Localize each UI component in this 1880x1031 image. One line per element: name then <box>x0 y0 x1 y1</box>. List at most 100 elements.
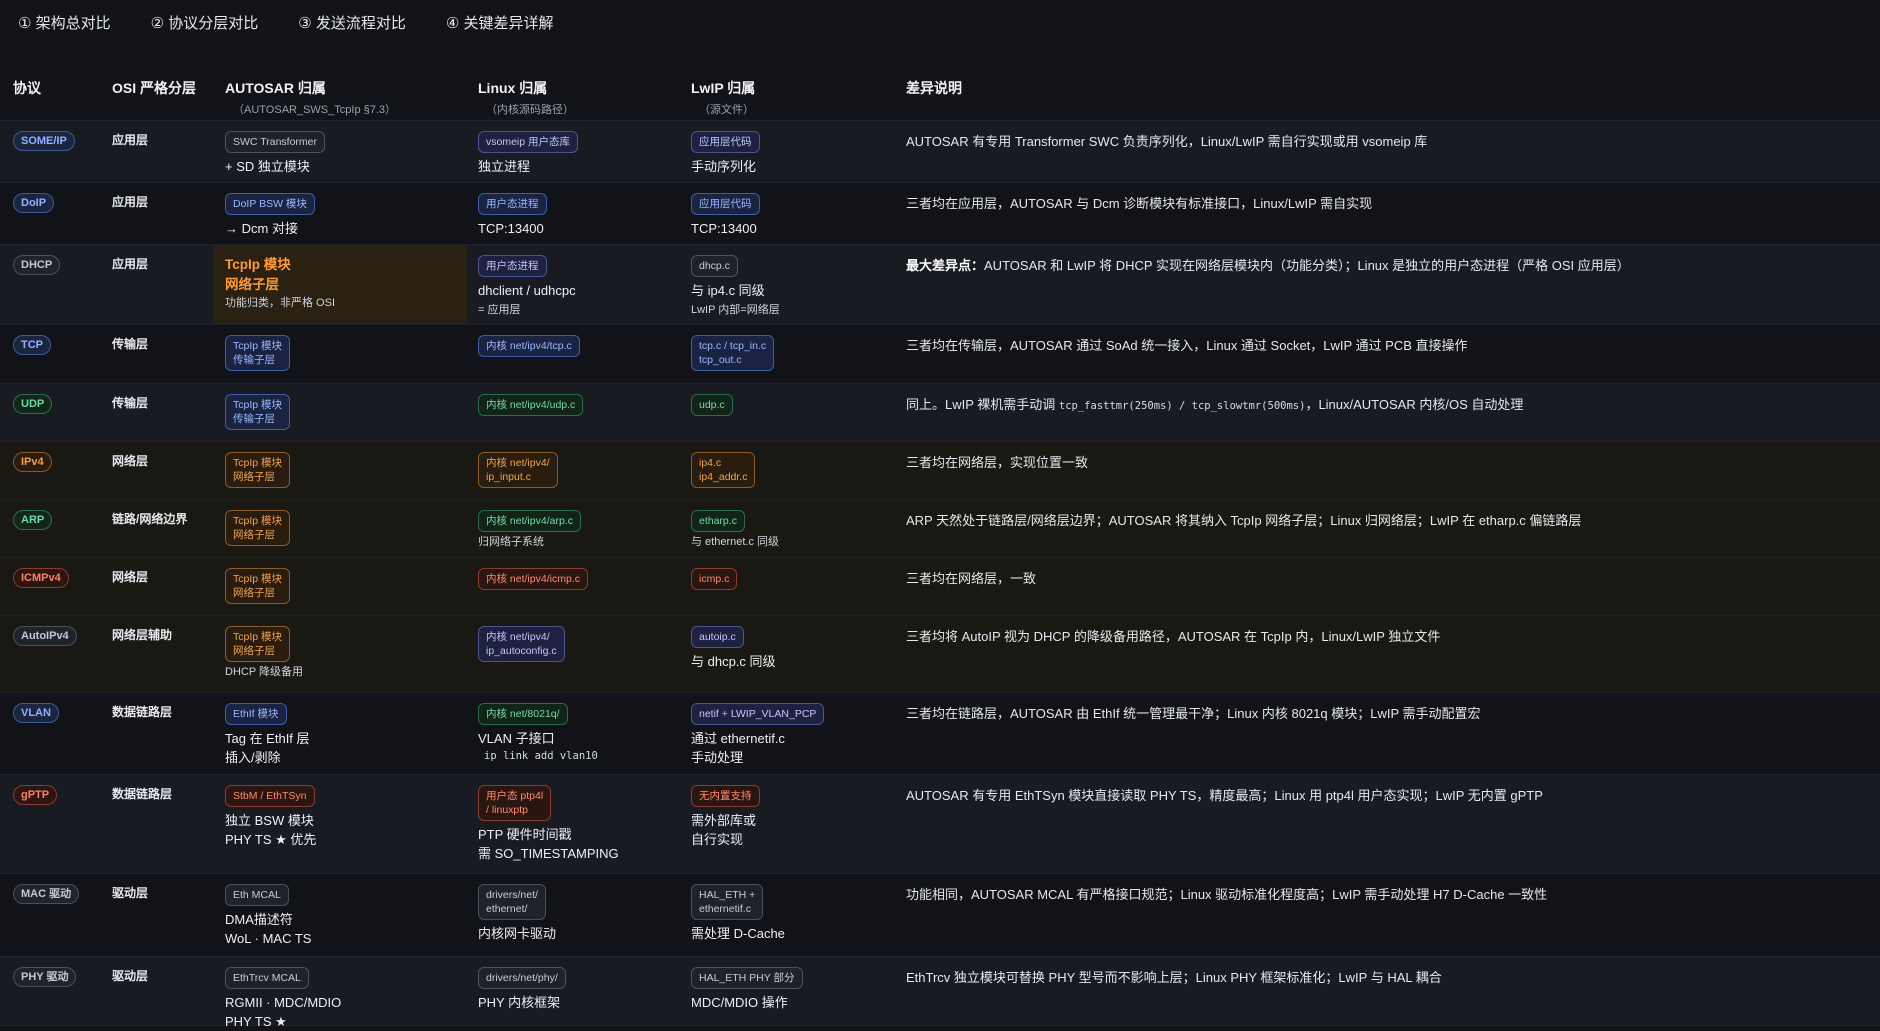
linux-note: PTP 硬件时间戳 需 SO_TIMESTAMPING <box>478 827 619 861</box>
autosar-note: 独立 BSW 模块 PHY TS ★ 优先 <box>225 813 317 847</box>
autosar-note: DMA描述符 WoL · MAC TS <box>225 912 312 946</box>
tab-protocol-layers[interactable]: ② 协议分层对比 <box>151 12 259 33</box>
diff-text: 同上。LwIP 裸机需手动调 tcp_fasttmr(250ms) / tcp_… <box>906 394 1523 413</box>
lwip-chip: 无内置支持 <box>691 785 760 807</box>
osi-layer: 网络层 <box>112 570 149 584</box>
linux-chip: 内核 net/ipv4/udp.c <box>478 394 584 416</box>
autosar-note: → Dcm 对接 <box>225 221 298 236</box>
protocol-badge: DHCP <box>13 255 61 275</box>
protocol-badge: AutoIPv4 <box>13 626 77 646</box>
linux-chip: 内核 net/ipv4/tcp.c <box>478 335 580 357</box>
diff-text: 三者均在网络层，一致 <box>906 571 1037 586</box>
protocol-badge: UDP <box>13 394 53 414</box>
tab-architecture[interactable]: ① 架构总对比 <box>18 12 111 33</box>
header-autosar: AUTOSAR 归属 （AUTOSAR_SWS_TcpIp §7.3） <box>225 78 396 117</box>
autosar-chip: TcpIp 模块 网络子层 <box>225 568 291 604</box>
table-row: ARP 链路/网络边界 TcpIp 模块 网络子层 内核 net/ipv4/ar… <box>0 500 1880 558</box>
osi-layer: 网络层辅助 <box>112 628 173 642</box>
linux-small-note: 归网络子系统 <box>478 536 544 548</box>
protocol-badge: gPTP <box>13 785 58 805</box>
lwip-chip: 应用层代码 <box>691 193 760 215</box>
lwip-note: MDC/MDIO 操作 <box>691 995 788 1010</box>
tab-send-flow[interactable]: ③ 发送流程对比 <box>298 12 406 33</box>
autosar-chip: EthIf 模块 <box>225 703 287 725</box>
table-row: DHCP 应用层 TcpIp 模块 网络子层 功能归类，非严格 OSI 用户态进程 d… <box>0 245 1880 325</box>
diff-text: 三者均在应用层，AUTOSAR 与 Dcm 诊断模块有标准接口，Linux/Lw… <box>906 196 1373 211</box>
table-row: gPTP 数据链路层 StbM / EthTSyn 独立 BSW 模块 PHY T… <box>0 775 1880 874</box>
lwip-note: TCP:13400 <box>691 221 757 236</box>
table-header: 协议 OSI 严格分层 AUTOSAR 归属 （AUTOSAR_SWS_TcpIp… <box>0 70 1880 121</box>
lwip-note: 与 dhcp.c 同级 <box>691 654 776 669</box>
table-row: DoIP 应用层 DoIP BSW 模块 → Dcm 对接 用户态进程 TCP:13… <box>0 183 1880 245</box>
table-row: AutoIPv4 网络层辅助 TcpIp 模块 网络子层 DHCP 降级备用 内核… <box>0 616 1880 693</box>
tab-key-differences[interactable]: ④ 关键差异详解 <box>446 12 554 33</box>
header-diff: 差异说明 <box>906 80 962 96</box>
lwip-small-note: LwIP 内部=网络层 <box>691 304 780 316</box>
tab-bar: ① 架构总对比 ② 协议分层对比 ③ 发送流程对比 ④ 关键差异详解 <box>0 0 1880 44</box>
diff-text: 三者均将 AutoIP 视为 DHCP 的降级备用路径，AUTOSAR 在 Tc… <box>906 629 1441 644</box>
linux-chip: 用户态进程 <box>478 193 547 215</box>
table-row: SOME/IP 应用层 SWC Transformer + SD 独立模块 vso… <box>0 121 1880 183</box>
protocol-badge: DoIP <box>13 193 55 213</box>
linux-chip: 内核 net/8021q/ <box>478 703 568 725</box>
autosar-chip: SWC Transformer <box>225 131 326 153</box>
table-row: IPv4 网络层 TcpIp 模块 网络子层 内核 net/ipv4/ ip_i… <box>0 442 1880 500</box>
autosar-note: 功能归类，非严格 OSI <box>225 297 336 309</box>
lwip-chip: HAL_ETH PHY 部分 <box>691 967 803 989</box>
autosar-note: Tag 在 EthIf 层 插入/剥除 <box>225 731 310 765</box>
table-row: UDP 传输层 TcpIp 模块 传输子层 内核 net/ipv4/udp.c … <box>0 384 1880 442</box>
linux-chip: 用户态进程 <box>478 255 547 277</box>
osi-layer: 链路/网络边界 <box>112 512 188 526</box>
lwip-small-note: 与 ethernet.c 同级 <box>691 536 780 548</box>
diff-text: AUTOSAR 有专用 EthTSyn 模块直接读取 PHY TS，精度最高；L… <box>906 788 1543 803</box>
protocol-badge: IPv4 <box>13 452 52 472</box>
lwip-chip: tcp.c / tcp_in.c tcp_out.c <box>691 335 775 371</box>
lwip-chip: ip4.c ip4_addr.c <box>691 452 756 488</box>
autosar-chip: TcpIp 模块 传输子层 <box>225 335 291 371</box>
osi-layer: 数据链路层 <box>112 787 173 801</box>
linux-chip: vsomeip 用户态库 <box>478 131 579 153</box>
diff-body: ，Linux/AUTOSAR 内核/OS 自动处理 <box>1305 397 1524 412</box>
header-linux-title: Linux 归属 <box>478 80 548 96</box>
autosar-note: RGMII · MDC/MDIO PHY TS ★ <box>225 995 342 1029</box>
diff-code: tcp_fasttmr(250ms) / tcp_slowtmr(500ms) <box>1058 400 1306 412</box>
lwip-chip: HAL_ETH + ethernetif.c <box>691 884 764 920</box>
diff-text: AUTOSAR 有专用 Transformer SWC 负责序列化，Linux/… <box>906 134 1428 149</box>
autosar-chip: TcpIp 模块 网络子层 <box>225 626 291 662</box>
linux-note: dhclient / udhcpc <box>478 283 576 298</box>
autosar-chip: Eth MCAL <box>225 884 289 906</box>
autosar-chip: TcpIp 模块 传输子层 <box>225 394 291 430</box>
linux-chip: 内核 net/ipv4/ ip_input.c <box>478 452 558 488</box>
autosar-chip: TcpIp 模块 网络子层 <box>225 510 291 546</box>
linux-note: 内核网卡驱动 <box>478 926 557 941</box>
linux-note: TCP:13400 <box>478 221 544 236</box>
protocol-badge: VLAN <box>13 703 59 723</box>
lwip-chip: etharp.c <box>691 510 745 532</box>
diff-text: 三者均在链路层，AUTOSAR 由 EthIf 统一管理最干净；Linux 内核… <box>906 706 1481 721</box>
osi-layer: 应用层 <box>112 195 149 209</box>
table-row: VLAN 数据链路层 EthIf 模块 Tag 在 EthIf 层 插入/剥除 内… <box>0 693 1880 775</box>
autosar-small-note: DHCP 降级备用 <box>225 666 304 678</box>
linux-chip: drivers/net/phy/ <box>478 967 566 989</box>
lwip-chip: udp.c <box>691 394 733 416</box>
header-autosar-title: AUTOSAR 归属 <box>225 80 326 96</box>
diff-pre: 同上。LwIP 裸机需手动调 <box>906 397 1059 412</box>
header-autosar-sub: （AUTOSAR_SWS_TcpIp §7.3） <box>233 104 397 116</box>
autosar-chip: DoIP BSW 模块 <box>225 193 315 215</box>
linux-note: 独立进程 <box>478 159 531 174</box>
autosar-title: TcpIp 模块 <box>225 257 291 272</box>
diff-text: EthTrcv 独立模块可替换 PHY 型号而不影响上层；Linux PHY 框… <box>906 970 1442 985</box>
linux-chip: 内核 net/ipv4/ ip_autoconfig.c <box>478 626 565 662</box>
diff-text: 三者均在网络层，实现位置一致 <box>906 455 1089 470</box>
linux-chip: 内核 net/ipv4/arp.c <box>478 510 581 532</box>
table-row: ICMPv4 网络层 TcpIp 模块 网络子层 内核 net/ipv4/icm… <box>0 558 1880 616</box>
protocol-badge: PHY 驱动 <box>13 967 77 987</box>
lwip-note: 需处理 D-Cache <box>691 926 785 941</box>
osi-layer: 传输层 <box>112 337 149 351</box>
header-proto: 协议 <box>13 80 41 96</box>
osi-layer: 应用层 <box>112 257 149 271</box>
diff-text: 最大差异点：AUTOSAR 和 LwIP 将 DHCP 实现在网络层模块内（功能… <box>906 255 1630 274</box>
lwip-note: 通过 ethernetif.c 手动处理 <box>691 731 785 765</box>
osi-layer: 应用层 <box>112 133 149 147</box>
table-row: PHY 驱动 驱动层 EthTrcv MCAL RGMII · MDC/MDIO … <box>0 957 1880 1029</box>
